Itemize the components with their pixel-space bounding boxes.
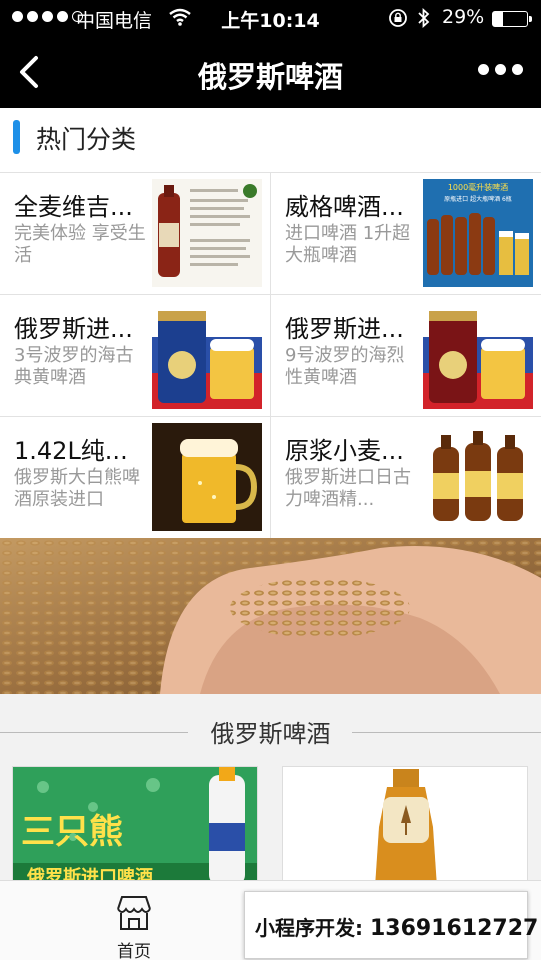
featured-image [283, 767, 527, 885]
product-desc: 9号波罗的海烈性黄啤酒 [285, 345, 405, 388]
battery-percent: 29% [442, 6, 485, 28]
product-card[interactable]: 全麦维吉... 完美体验 享受生活 [0, 173, 270, 295]
tab-home[interactable]: 首页 [94, 893, 174, 960]
featured-card[interactable] [282, 766, 528, 886]
product-name: 俄罗斯进... [14, 315, 133, 343]
banner-image[interactable] [0, 538, 541, 694]
product-desc: 3号波罗的海古典黄啤酒 [14, 345, 134, 388]
product-image: 1000毫升装啤酒 原瓶进口 超大瓶啤酒 6瓶 [423, 179, 533, 287]
promo-label: 小程序开发: [255, 916, 363, 940]
product-card[interactable]: 原浆小麦... 俄罗斯进口日古力啤酒精... [270, 417, 541, 539]
product-card[interactable]: 威格啤酒... 进口啤酒 1升超大瓶啤酒 1000毫升装啤酒 原瓶进口 超大瓶啤… [270, 173, 541, 295]
product-image [423, 301, 533, 409]
promo-banner[interactable]: 小程序开发: 13691612727 [244, 891, 538, 959]
featured-card[interactable]: 三只熊 俄罗斯进口啤酒 [12, 766, 258, 886]
bluetooth-icon [418, 7, 430, 29]
tab-bar: 首页 小程序开发: 13691612727 [0, 880, 541, 960]
product-card[interactable]: 1.42L纯... 俄罗斯大白熊啤酒原装进口 [0, 417, 270, 539]
promo-text: 小程序开发: 13691612727 [255, 912, 538, 941]
battery-icon [492, 11, 532, 27]
product-grid: 全麦维吉... 完美体验 享受生活 威格啤酒... 进口啤酒 1升超大瓶啤酒 1… [0, 172, 541, 539]
product-name: 原浆小麦... [285, 437, 404, 465]
product-name: 全麦维吉... [14, 193, 133, 221]
featured-products: 三只熊 俄罗斯进口啤酒 [0, 764, 541, 886]
product-card[interactable]: 俄罗斯进... 3号波罗的海古典黄啤酒 [0, 295, 270, 417]
product-name: 威格啤酒... [285, 193, 404, 221]
featured-brand-text: 三只熊 [21, 812, 123, 852]
section-title: 热门分类 [36, 125, 137, 154]
rotation-lock-icon [389, 9, 407, 27]
home-shop-icon [117, 896, 151, 930]
product-desc: 俄罗斯大白熊啤酒原装进口 [14, 467, 140, 510]
product-image [152, 179, 262, 287]
product-desc: 俄罗斯进口日古力啤酒精... [285, 467, 411, 510]
featured-image: 三只熊 俄罗斯进口啤酒 [13, 767, 257, 885]
divider-line-right [352, 732, 541, 733]
more-options-icon[interactable] [478, 64, 523, 75]
product-name: 1.42L纯... [14, 437, 128, 465]
ad-subline: 原瓶进口 超大瓶啤酒 6瓶 [444, 195, 512, 203]
promo-phone: 13691612727 [369, 916, 539, 941]
category-divider: 俄罗斯啤酒 [0, 694, 541, 764]
ad-headline: 1000毫升装啤酒 [448, 182, 508, 192]
tab-home-label: 首页 [117, 942, 151, 960]
product-image [152, 301, 262, 409]
section-accent-bar [13, 120, 20, 154]
product-image [152, 423, 262, 531]
product-image [423, 423, 533, 531]
status-bar: 中国电信 上午10:14 29% [0, 0, 541, 36]
product-card[interactable]: 俄罗斯进... 9号波罗的海烈性黄啤酒 [270, 295, 541, 417]
product-name: 俄罗斯进... [285, 315, 404, 343]
product-desc: 进口啤酒 1升超大瓶啤酒 [285, 223, 411, 266]
nav-bar: 俄罗斯啤酒 [0, 36, 541, 108]
page-title: 俄罗斯啤酒 [197, 60, 343, 94]
section-heading: 热门分类 [0, 108, 541, 172]
product-desc: 完美体验 享受生活 [14, 223, 146, 266]
